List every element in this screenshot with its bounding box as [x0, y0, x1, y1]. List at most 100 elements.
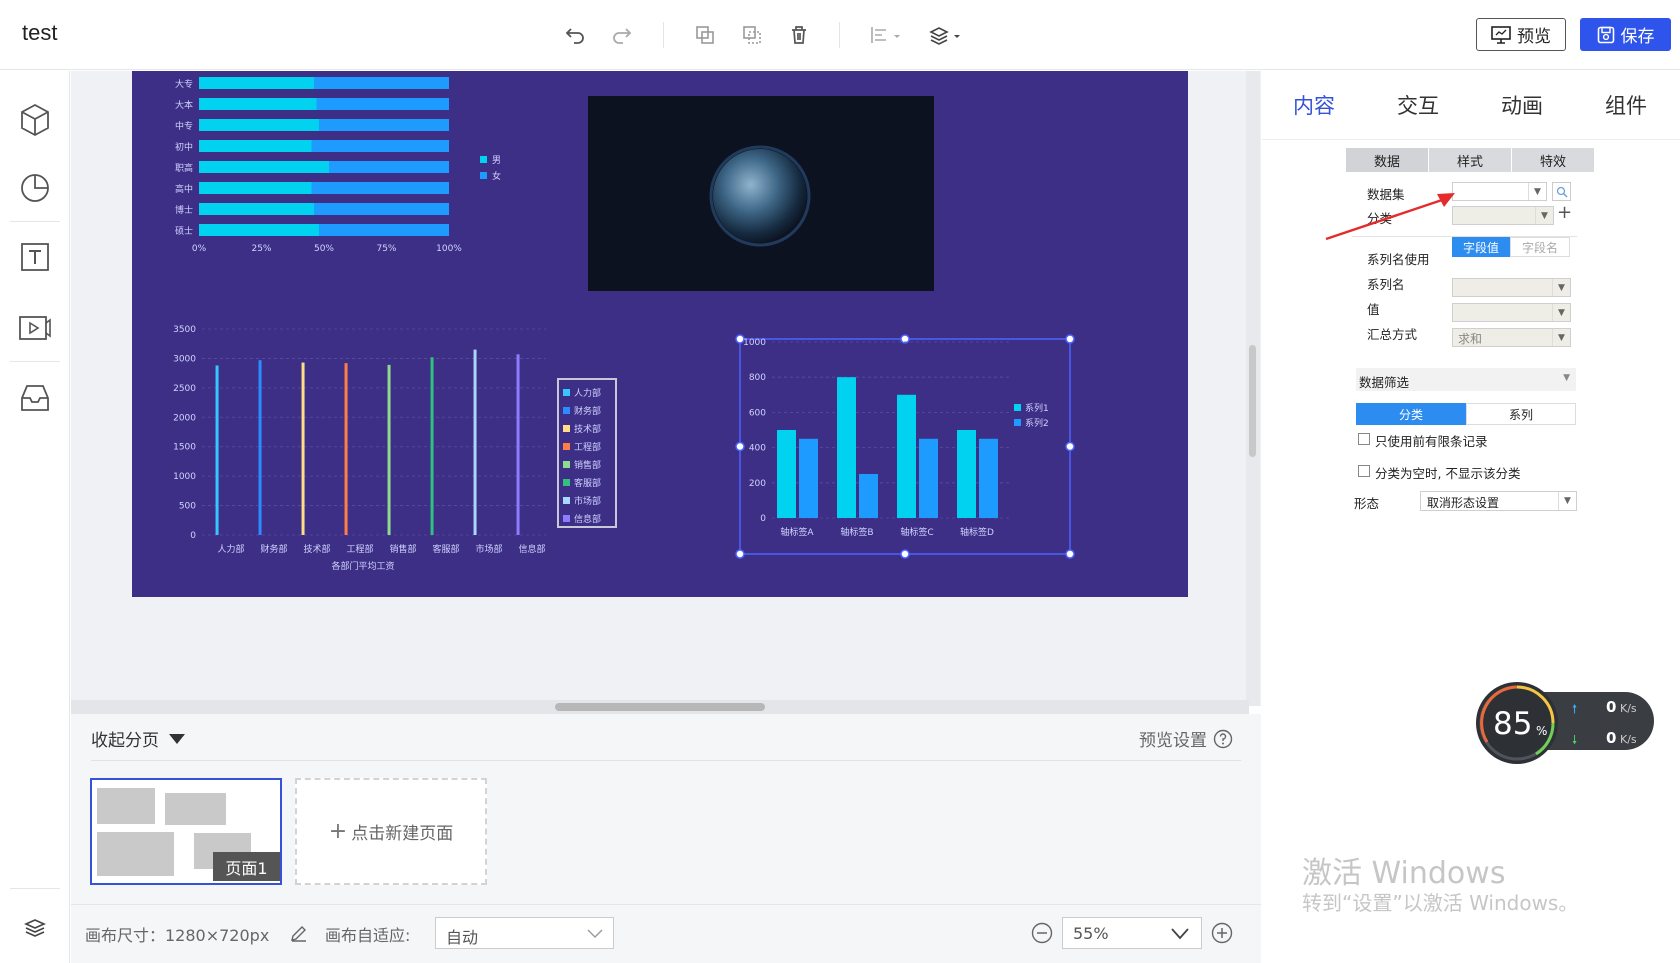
windows-activation-title: 激活 Windows	[1302, 856, 1506, 891]
add-category-icon[interactable]: +	[1557, 202, 1572, 223]
vbar-legend-label: 销售部	[574, 459, 601, 471]
cube-icon[interactable]	[14, 99, 56, 141]
adapt-select[interactable]: 自动	[435, 917, 614, 949]
paste-icon[interactable]	[737, 20, 767, 50]
hbar-segment	[319, 224, 449, 236]
tab-component[interactable]: 组件	[1574, 71, 1678, 139]
delete-icon[interactable]	[784, 20, 814, 50]
pages-panel: 收起分页 预览设置 页面1 + 点击新建页面	[71, 714, 1261, 904]
subtab-style[interactable]: 样式	[1429, 148, 1511, 172]
video-icon[interactable]	[14, 307, 56, 349]
form-label: 形态	[1354, 496, 1380, 511]
vbar-y-tick-label: 3500	[173, 325, 196, 335]
cpu-unit: %	[1536, 724, 1548, 738]
sel-y-tick-label: 800	[749, 373, 766, 383]
text-icon[interactable]	[14, 236, 56, 278]
subtab-data[interactable]: 数据	[1346, 148, 1428, 172]
series-name-select[interactable]: ▼	[1452, 278, 1571, 297]
page-label: 页面1	[213, 852, 280, 881]
vbar-y-tick-label: 1500	[173, 443, 196, 453]
limit-records-checkbox[interactable]	[1358, 433, 1370, 445]
vbar-bar	[516, 354, 520, 535]
form-value: 取消形态设置	[1427, 496, 1500, 510]
filter-tab-series[interactable]: 系列	[1466, 403, 1576, 425]
series-field-name-option[interactable]: 字段名	[1510, 237, 1570, 257]
subtab-effect[interactable]: 特效	[1512, 148, 1594, 172]
redo-icon[interactable]	[607, 20, 637, 50]
zoom-out-icon[interactable]	[1031, 922, 1053, 944]
vbar-y-tick-label: 0	[190, 531, 196, 541]
aggregation-select[interactable]: 求和 ▼	[1452, 328, 1571, 347]
layers-icon[interactable]	[14, 907, 56, 949]
chevron-down-icon	[1171, 928, 1189, 940]
upload-value: 0	[1606, 698, 1617, 716]
top-toolbar: test 预览 保存	[0, 0, 1680, 70]
collapse-pages-toggle[interactable]: 收起分页	[91, 726, 185, 751]
hbar-segment	[311, 140, 449, 152]
download-value: 0	[1606, 729, 1617, 747]
collapse-pages-label: 收起分页	[91, 731, 159, 751]
vbar-category-label: 销售部	[390, 543, 417, 555]
hbar-category-label: 职高	[175, 162, 193, 174]
resize-handle	[1065, 549, 1075, 559]
vbar-category-label: 人力部	[218, 543, 245, 555]
tab-content[interactable]: 内容	[1262, 71, 1366, 139]
save-button[interactable]: 保存	[1580, 18, 1671, 51]
inbox-icon[interactable]	[14, 377, 56, 419]
hbar-segment	[329, 161, 449, 173]
hbar-segment	[199, 140, 312, 152]
horizontal-scrollbar[interactable]	[555, 703, 765, 711]
preview-settings-link[interactable]: 预览设置	[1139, 726, 1233, 751]
help-icon	[1213, 729, 1233, 748]
vbar-legend-label: 人力部	[574, 387, 601, 399]
hide-empty-category-checkbox[interactable]	[1358, 465, 1370, 477]
bottom-bar: 画布尺寸：1280×720px 画布自适应: 自动 55%	[71, 904, 1261, 963]
properties-panel: 内容 交互 动画 组件 数据 样式 特效 数据集 ▼ 分类 ▼ + 系列名使用 …	[1262, 71, 1680, 963]
layer-icon[interactable]	[926, 20, 966, 50]
vbar-y-tick-label: 3000	[173, 354, 196, 364]
vbar-category-label: 技术部	[304, 543, 331, 555]
system-monitor-widget: 85 % 🠕 🠗 0 K/s 0 K/s	[1476, 682, 1654, 764]
zoom-in-icon[interactable]	[1211, 922, 1233, 944]
hbar-legend-label: 男	[492, 155, 501, 166]
vbar-y-tick-label: 2000	[173, 413, 196, 423]
hbar-category-label: 高中	[175, 183, 193, 195]
hbar-tick-label: 75%	[376, 244, 396, 254]
limit-records-label: 只使用前有限条记录	[1375, 434, 1488, 449]
aggregation-label: 汇总方式	[1367, 327, 1418, 342]
pie-chart-icon[interactable]	[14, 167, 56, 209]
search-icon[interactable]	[1552, 182, 1571, 201]
hbar-segment	[311, 182, 449, 194]
hbar-legend-swatch	[480, 156, 487, 163]
adapt-value: 自动	[446, 928, 479, 947]
undo-icon[interactable]	[560, 20, 590, 50]
align-icon[interactable]	[866, 20, 906, 50]
sel-y-tick-label: 600	[749, 408, 766, 418]
page-thumbnail-1[interactable]: 页面1	[90, 778, 282, 885]
preview-button[interactable]: 预览	[1476, 18, 1566, 51]
annotation-arrow	[1325, 193, 1455, 241]
vbar-legend-swatch	[563, 443, 570, 450]
tab-interaction[interactable]: 交互	[1366, 71, 1470, 139]
tab-animation[interactable]: 动画	[1470, 71, 1574, 139]
new-page-label: 点击新建页面	[351, 824, 454, 844]
vbar-legend-swatch	[563, 425, 570, 432]
edit-icon[interactable]	[289, 923, 309, 943]
app-title: test	[22, 20, 58, 45]
value-select[interactable]: ▼	[1452, 303, 1571, 322]
save-icon	[1597, 26, 1614, 43]
vbar-legend-swatch	[563, 461, 570, 468]
charts-svg: 大专大本中专初中职高高中博士硕士 0% 25% 50% 75% 100% 男女 3500 30…	[173, 77, 1075, 572]
value-label: 值	[1367, 302, 1380, 317]
series-name-use-label: 系列名使用	[1367, 252, 1430, 267]
form-select[interactable]: 取消形态设置 ▼	[1420, 491, 1577, 511]
hbar-segment	[314, 203, 449, 215]
new-page-button[interactable]: + 点击新建页面	[295, 778, 487, 885]
series-field-value-option[interactable]: 字段值	[1452, 237, 1510, 257]
zoom-select[interactable]: 55%	[1062, 917, 1202, 949]
copy-icon[interactable]	[690, 20, 720, 50]
vertical-scrollbar[interactable]	[1249, 345, 1256, 457]
filter-tab-category[interactable]: 分类	[1356, 403, 1466, 425]
vbar-legend-label: 财务部	[574, 405, 601, 417]
data-filter-header[interactable]: 数据筛选 ▼	[1356, 368, 1576, 391]
